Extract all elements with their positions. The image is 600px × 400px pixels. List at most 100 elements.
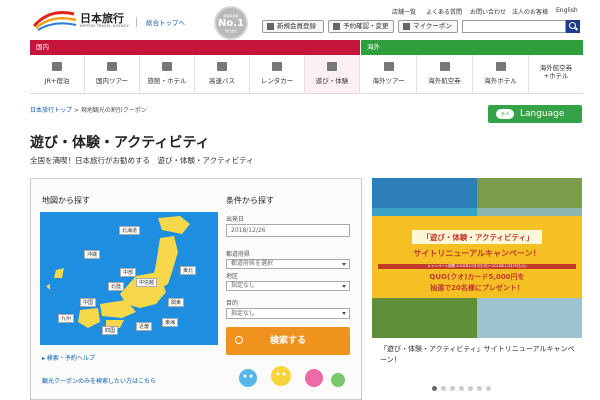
prefecture-value: 都道府県を選択 — [231, 260, 274, 267]
date-field[interactable]: 2018/12/26 — [226, 224, 350, 237]
logo-subtitle: NIPPON TRAVEL AGENCY — [80, 24, 130, 28]
bus-icon — [217, 62, 227, 71]
nav-overseas-tour[interactable]: 海外ツアー — [361, 55, 417, 93]
nav-rental-car[interactable]: レンタカー — [250, 55, 305, 93]
plane-icon — [439, 62, 450, 71]
nav-bus[interactable]: 高速バス — [195, 55, 250, 93]
nav-label: 海外航空券 — [428, 77, 461, 85]
page-title: 遊び・体験・アクティビティ — [30, 135, 210, 151]
carousel-dot[interactable] — [477, 386, 482, 391]
purpose-label: 目的 — [226, 300, 239, 307]
nav-activities[interactable]: 遊び・体験 — [305, 55, 360, 93]
prefecture-label: 都道府県 — [226, 251, 251, 258]
region-tokai[interactable]: 東海 — [162, 318, 179, 327]
coupon-only-link[interactable]: 観光クーポンのみを検索したい方はこちら — [42, 376, 156, 385]
region-kyushu[interactable]: 九州 — [58, 314, 75, 323]
region-hokkaido[interactable]: 北海道 — [119, 226, 141, 235]
chevron-down-icon — [342, 312, 346, 315]
breadcrumb-home[interactable]: 日本旅行トップ — [30, 107, 72, 114]
chevron-down-icon — [342, 263, 346, 266]
my-coupon-label: マイクーポン — [413, 22, 452, 30]
carousel-dot[interactable] — [459, 386, 464, 391]
ticket-icon — [327, 62, 337, 71]
car-icon — [272, 62, 282, 71]
home-top-link[interactable]: 総合トップへ — [146, 17, 185, 27]
building-icon — [495, 62, 506, 71]
util-link-english[interactable]: English — [556, 7, 578, 14]
my-coupon-button[interactable]: マイクーポン — [398, 20, 458, 33]
carousel-dot[interactable] — [450, 386, 455, 391]
area-value: 指定なし — [231, 282, 256, 289]
util-link-faq[interactable]: よくある質問 — [426, 7, 462, 16]
area-label: 地区 — [226, 273, 239, 280]
region-chubu[interactable]: 中部 — [120, 268, 137, 277]
region-hokuriku[interactable]: 北陸 — [108, 282, 125, 291]
nav-label: 遊び・体験 — [315, 77, 349, 85]
user-icon — [333, 23, 340, 30]
nav-label: 国内ツアー — [95, 77, 129, 85]
purpose-value: 指定なし — [231, 310, 256, 317]
region-chugoku[interactable]: 中国 — [80, 298, 97, 307]
banner-headline-2: サイトリニューアルキャンペーン！ — [413, 249, 541, 258]
carousel-dot[interactable] — [468, 386, 473, 391]
util-link-stores[interactable]: 店舗一覧 — [392, 7, 416, 16]
domestic-bar: 国内 — [30, 40, 360, 54]
purpose-select[interactable]: 指定なし — [226, 308, 350, 319]
badge-main: No.1 — [218, 18, 244, 29]
region-chushinetsu[interactable]: 中信越 — [136, 278, 158, 287]
nav-divider — [30, 93, 583, 94]
register-button[interactable]: 新規会員登録 — [262, 20, 324, 33]
globe-icon — [383, 62, 394, 71]
nav-air-hotel[interactable]: 海外航空券 +ホテル — [529, 55, 583, 93]
carousel-dot[interactable] — [486, 386, 491, 391]
util-link-corporate[interactable]: 法人のお客様 — [512, 7, 548, 16]
no1-badge: 顧客満足度 No.1 旅行会社 — [214, 6, 248, 40]
nav-domestic-tour[interactable]: 国内ツアー — [85, 55, 140, 93]
nav-overseas-air[interactable]: 海外航空券 — [417, 55, 473, 93]
register-label: 新規会員登録 — [277, 22, 316, 30]
badge-bottom: 旅行会社 — [224, 29, 237, 33]
search-button[interactable]: 検索する — [226, 327, 350, 355]
nav-label: レンタカー — [260, 77, 294, 85]
region-kanto[interactable]: 関東 — [168, 298, 185, 307]
nav-label: 旅館・ホテル — [147, 77, 187, 85]
site-search-input[interactable] — [462, 20, 566, 33]
region-okinawa[interactable]: 沖縄 — [84, 250, 101, 259]
banner-caption[interactable]: 「遊び・体験・アクティビティ」サイトリニューアルキャンペーン！ — [380, 344, 580, 366]
region-shikoku[interactable]: 四国 — [102, 326, 119, 335]
search-icon[interactable] — [566, 20, 580, 33]
banner-prize: QUO(クオ)カード5,000円を — [429, 273, 525, 281]
pencil-icon — [267, 23, 274, 30]
date-label: 出発日 — [226, 216, 245, 223]
breadcrumb-current: 現地観光の割引クーポン — [80, 107, 147, 114]
japan-map[interactable]: 北海道 沖縄 東北 中部 中信越 北陸 関東 中国 九州 四国 近畿 東海 — [40, 212, 218, 345]
search-icon — [235, 336, 243, 344]
page-subtitle: 全国を満喫！日本旅行がお勧めする 遊び・体験・アクティビティ — [30, 156, 254, 165]
nav-hotel[interactable]: 旅館・ホテル — [140, 55, 195, 93]
region-kinki[interactable]: 近畿 — [136, 322, 153, 331]
banner-prize-2: 抽選で20名様にプレゼント！ — [430, 284, 524, 292]
nav-jr-hotel[interactable]: JR+宿泊 — [30, 55, 85, 93]
reservation-button[interactable]: 予約確認・変更 — [328, 20, 394, 33]
prefecture-select[interactable]: 都道府県を選択 — [226, 259, 350, 269]
train-icon — [52, 62, 62, 71]
breadcrumb: 日本旅行トップ > 現地観光の割引クーポン — [30, 105, 147, 114]
nav-overseas-hotel[interactable]: 海外ホテル — [473, 55, 529, 93]
nav-label: 海外ツアー — [372, 77, 405, 85]
language-label: Language — [520, 109, 565, 119]
language-button[interactable]: あ A Language — [488, 105, 582, 123]
logo-mark[interactable] — [30, 8, 80, 32]
chevron-down-icon — [342, 285, 346, 288]
reservation-label: 予約確認・変更 — [343, 22, 389, 30]
help-link[interactable]: ▸ 検索・予約ヘルプ — [42, 353, 95, 362]
util-link-contact[interactable]: お問い合わせ — [470, 7, 506, 16]
carousel-dot[interactable] — [441, 386, 446, 391]
campaign-banner[interactable]: 「遊び・体験・アクティビティ」 サイトリニューアルキャンペーン！ キャンペーン期… — [372, 178, 582, 338]
region-tohoku[interactable]: 東北 — [180, 266, 197, 275]
mascot-illustration — [226, 360, 356, 398]
carousel-dot[interactable] — [432, 386, 437, 391]
map-heading: 地図から探す — [42, 196, 90, 205]
date-value: 2018/12/26 — [231, 227, 266, 234]
conditions-heading: 条件から探す — [226, 196, 274, 205]
area-select[interactable]: 指定なし — [226, 281, 350, 291]
